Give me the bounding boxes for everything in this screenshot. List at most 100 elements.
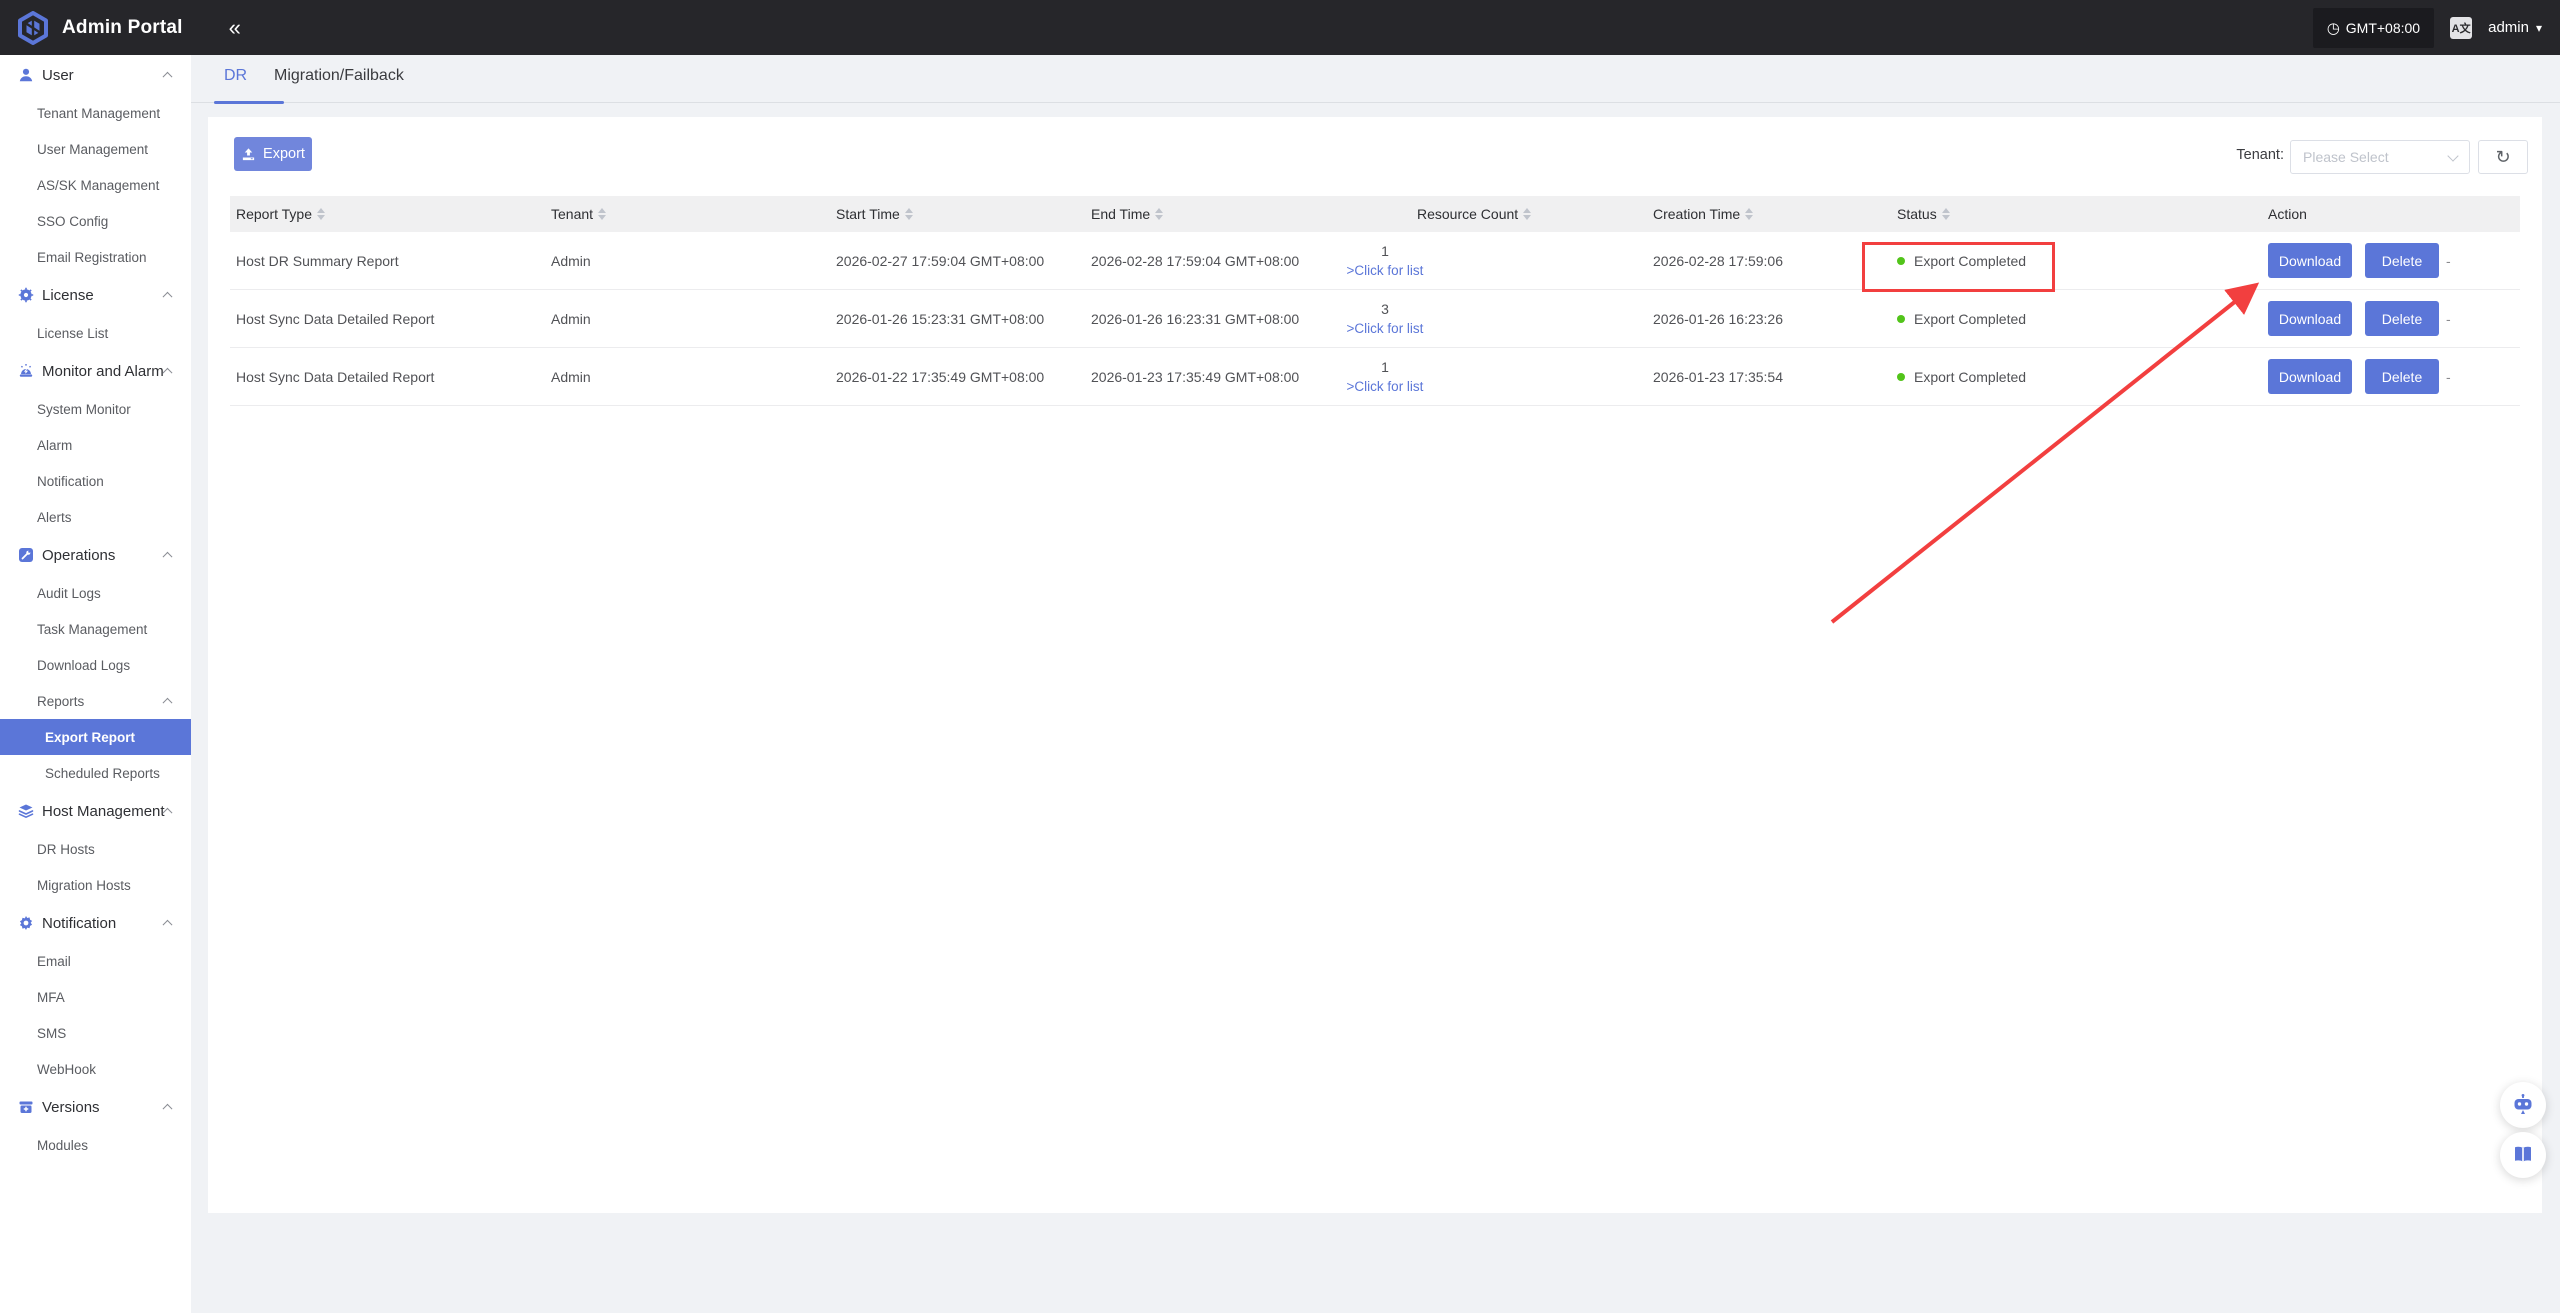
refresh-icon: ↻ [2495,147,2511,167]
action-cell: Download Delete - [2175,232,2520,289]
header-start-time[interactable]: Start Time [830,196,1085,232]
sidebar-item-audit-logs[interactable]: Audit Logs [0,575,191,611]
download-button[interactable]: Download [2268,301,2352,336]
header-resource-count[interactable]: Resource Count [1340,196,1560,232]
export-button[interactable]: Export [234,137,312,171]
sidebar-section-operations[interactable]: Operations [0,535,191,575]
manual-book-icon [2515,1146,2531,1162]
sidebar-section-monitor-and-alarm[interactable]: Monitor and Alarm [0,351,191,391]
sidebar-item-export-report[interactable]: Export Report [0,719,191,755]
sidebar-item-user-management[interactable]: User Management [0,131,191,167]
sort-icon[interactable] [1523,208,1532,220]
sidebar-item-alarm[interactable]: Alarm [0,427,191,463]
manual-fab[interactable] [2500,1132,2546,1178]
start-time-cell: 2026-02-27 17:59:04 GMT+08:00 [836,252,1045,269]
status-dot [1897,372,1905,381]
table-row: Host Sync Data Detailed Report Admin 202… [230,348,2520,406]
download-button[interactable]: Download [2268,359,2352,394]
sidebar-item-email[interactable]: Email [0,943,191,979]
sort-icon[interactable] [317,208,326,220]
versions-icon [19,1101,33,1113]
upload-icon [242,147,255,160]
sidebar-item-alerts[interactable]: Alerts [0,499,191,535]
caret-down-icon: ▾ [2535,20,2542,35]
sort-icon[interactable] [1941,208,1950,220]
sidebar-item-tenant-management[interactable]: Tenant Management [0,95,191,131]
sidebar-item-mfa[interactable]: MFA [0,979,191,1015]
delete-button[interactable]: Delete [2365,359,2439,394]
more-dash: - [2446,252,2451,269]
sidebar-item-email-registration[interactable]: Email Registration [0,239,191,275]
click-for-list-link[interactable]: >Click for list [1347,261,1424,280]
sort-icon[interactable] [598,208,607,220]
sidebar-item-as-sk-management[interactable]: AS/SK Management [0,167,191,203]
refresh-button[interactable]: ↻ [2478,140,2528,174]
table-header-row: Report Type Tenant Start Time End Time R… [230,196,2520,232]
app-logo-icon [18,10,48,45]
language-switch-icon[interactable]: A文 [2450,16,2473,39]
report-type-cell: Host Sync Data Detailed Report [236,368,435,385]
creation-time-cell: 2026-01-26 16:23:26 [1653,310,1783,327]
click-for-list-link[interactable]: >Click for list [1347,377,1424,396]
sidebar-item-task-management[interactable]: Task Management [0,611,191,647]
sidebar-section-user[interactable]: User [0,55,191,95]
start-time-cell: 2026-01-22 17:35:49 GMT+08:00 [836,368,1045,385]
header-tenant[interactable]: Tenant [545,196,830,232]
sort-icon[interactable] [1745,208,1754,220]
start-time-cell: 2026-01-26 15:23:31 GMT+08:00 [836,310,1045,327]
sidebar-item-webhook[interactable]: WebHook [0,1051,191,1087]
user-menu[interactable]: admin ▾ [2488,19,2542,36]
sidebar-item-modules[interactable]: Modules [0,1127,191,1163]
delete-button[interactable]: Delete [2365,243,2439,278]
license-icon [18,287,34,303]
sort-icon[interactable] [904,208,913,220]
header-status[interactable]: Status [1805,196,2175,232]
annotation-highlight-box [1862,242,2055,292]
sidebar-item-download-logs[interactable]: Download Logs [0,647,191,683]
assistant-fab[interactable] [2500,1082,2546,1128]
resource-count-value: 1 [1381,358,1389,375]
sidebar-section-versions[interactable]: Versions [0,1087,191,1127]
active-tab-underline [214,101,284,104]
tenant-cell: Admin [551,368,591,385]
sidebar-section-notification[interactable]: Notification [0,903,191,943]
chevron-up-icon [162,71,173,82]
sort-icon[interactable] [1155,208,1164,220]
sidebar-section-license[interactable]: License [0,275,191,315]
header-end-time[interactable]: End Time [1085,196,1340,232]
creation-time-cell: 2026-01-23 17:35:54 [1653,368,1783,385]
report-type-cell: Host Sync Data Detailed Report [236,310,435,327]
delete-button[interactable]: Delete [2365,301,2439,336]
tab-dr[interactable]: DR [224,67,247,85]
sidebar-item-migration-hosts[interactable]: Migration Hosts [0,867,191,903]
sidebar-item-sso-config[interactable]: SSO Config [0,203,191,239]
sidebar-item-scheduled-reports[interactable]: Scheduled Reports [0,755,191,791]
resource-count-cell: 1 >Click for list [1340,232,1560,289]
topbar: Admin Portal « ◷ GMT+08:00 A文 admin ▾ [0,0,2560,55]
sidebar-collapse-icon[interactable]: « [229,15,241,41]
sidebar-item-license-list[interactable]: License List [0,315,191,351]
sidebar-section-host-management[interactable]: Host Management [0,791,191,831]
tab-bar: DR Migration/Failback [191,55,2560,104]
content-card: Export Tenant: Please Select ↻ Report Ty… [208,117,2542,1213]
sidebar-item-sms[interactable]: SMS [0,1015,191,1051]
header-report-type[interactable]: Report Type [230,196,545,232]
header-creation-time[interactable]: Creation Time [1560,196,1805,232]
tenant-select[interactable]: Please Select [2290,140,2470,174]
timezone-chip[interactable]: ◷ GMT+08:00 [2312,7,2435,48]
chevron-down-icon [2447,150,2459,162]
header-action: Action [2268,206,2307,222]
robot-assistant-icon [2514,1094,2532,1114]
sidebar-item-system-monitor[interactable]: System Monitor [0,391,191,427]
resource-count-cell: 3 >Click for list [1340,290,1560,347]
sidebar-item-notification[interactable]: Notification [0,463,191,499]
sidebar-group-reports[interactable]: Reports [0,683,191,719]
click-for-list-link[interactable]: >Click for list [1347,319,1424,338]
download-button[interactable]: Download [2268,243,2352,278]
status-text: Export Completed [1914,310,2027,327]
tab-migration-failback[interactable]: Migration/Failback [274,67,404,85]
sidebar-item-dr-hosts[interactable]: DR Hosts [0,831,191,867]
report-type-cell: Host DR Summary Report [236,252,399,269]
tenant-cell: Admin [551,252,591,269]
end-time-cell: 2026-01-26 16:23:31 GMT+08:00 [1091,310,1300,327]
